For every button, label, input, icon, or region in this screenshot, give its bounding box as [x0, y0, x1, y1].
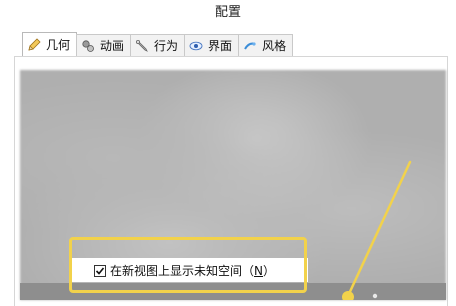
animation-icon — [81, 39, 95, 53]
tab-label: 行为 — [154, 39, 179, 53]
tab-label: 风格 — [262, 39, 287, 53]
tab-interface[interactable]: 界面 — [184, 34, 240, 56]
pencil-icon — [27, 37, 41, 52]
tab-geometry[interactable]: 几何 — [22, 32, 78, 56]
window-title: 配置 — [0, 0, 456, 26]
tab-strip: 几何 动画 行为 界面 风格 — [22, 32, 294, 56]
tab-label: 动画 — [100, 39, 125, 53]
style-icon — [243, 39, 257, 53]
tab-animation[interactable]: 动画 — [76, 34, 132, 56]
tab-label: 几何 — [46, 38, 71, 52]
tab-style[interactable]: 风格 — [238, 34, 294, 56]
highlight-annotation-box — [69, 237, 307, 293]
wrench-icon — [135, 39, 149, 53]
tab-label: 界面 — [208, 39, 233, 53]
eye-icon — [189, 39, 203, 53]
tab-behavior[interactable]: 行为 — [130, 34, 186, 56]
